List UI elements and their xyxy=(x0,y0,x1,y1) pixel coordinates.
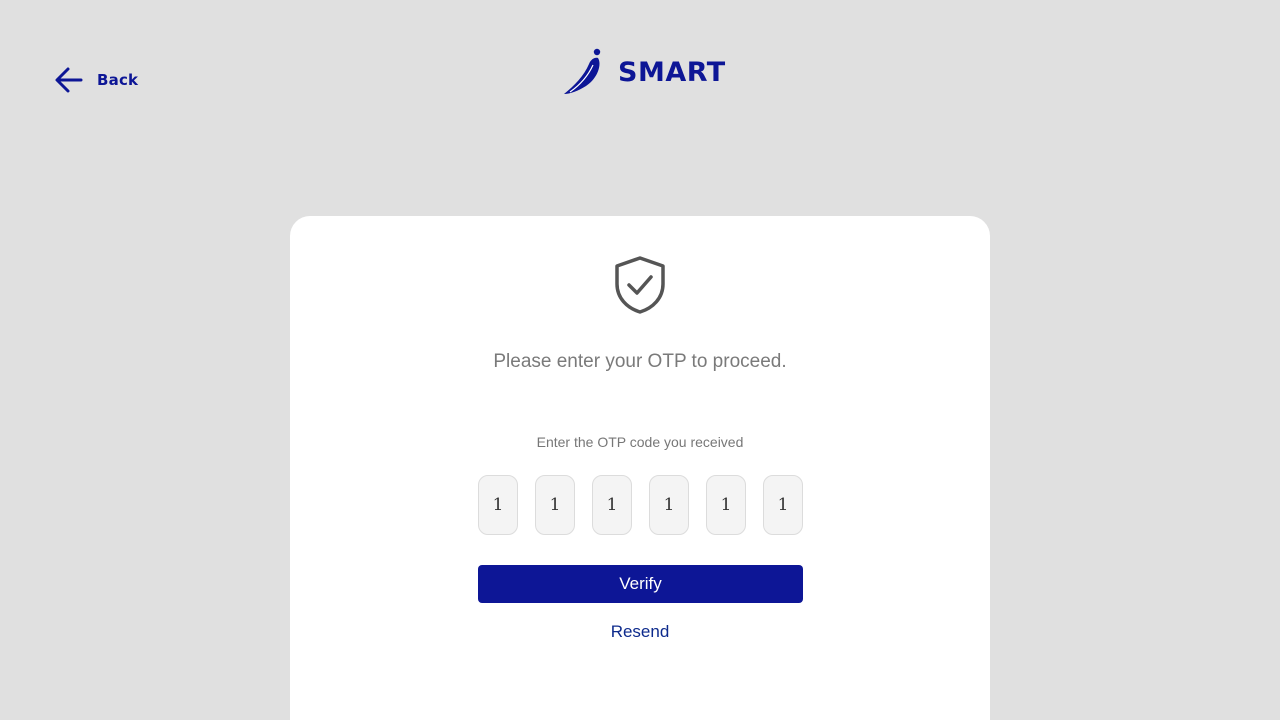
otp-digit-6[interactable] xyxy=(763,475,803,535)
shield-check-icon xyxy=(615,256,665,314)
otp-page: Back SMART Please enter your OTP to proc… xyxy=(0,0,1280,720)
brand-name: SMART xyxy=(618,56,726,88)
arrow-left-icon xyxy=(55,67,83,93)
otp-prompt: Please enter your OTP to proceed. xyxy=(493,351,787,372)
otp-card: Please enter your OTP to proceed. Enter … xyxy=(290,216,990,720)
resend-link[interactable]: Resend xyxy=(290,622,990,642)
otp-digit-3[interactable] xyxy=(592,475,632,535)
otp-input-group xyxy=(478,475,803,535)
brand-logo: SMART xyxy=(562,48,726,96)
otp-digit-4[interactable] xyxy=(649,475,689,535)
otp-digit-1[interactable] xyxy=(478,475,518,535)
verify-button[interactable]: Verify xyxy=(478,565,803,603)
otp-instruction: Enter the OTP code you received xyxy=(536,434,744,450)
back-label: Back xyxy=(97,71,139,89)
brand-logo-icon xyxy=(564,48,601,94)
back-link[interactable]: Back xyxy=(54,66,138,94)
otp-digit-2[interactable] xyxy=(535,475,575,535)
otp-digit-5[interactable] xyxy=(706,475,746,535)
